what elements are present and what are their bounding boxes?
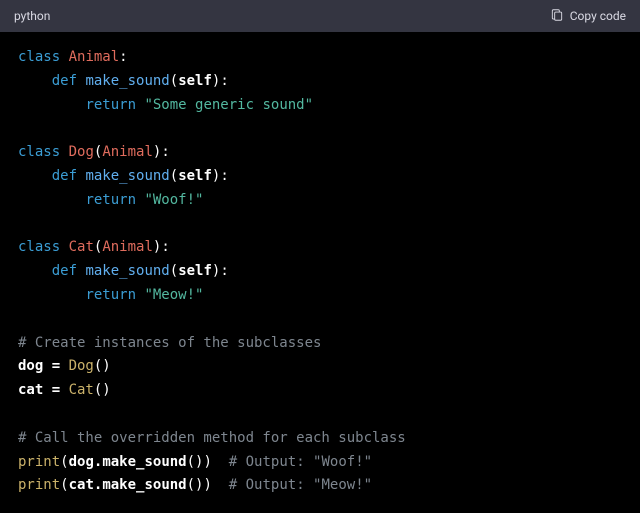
keyword: def — [52, 168, 77, 184]
variable-decl: cat = — [18, 382, 69, 398]
comment: # Call the overridden method for each su… — [18, 430, 406, 446]
paren-close: ): — [153, 144, 170, 160]
language-label: python — [14, 9, 50, 23]
paren-open: ( — [170, 73, 178, 89]
string-literal: "Some generic sound" — [144, 97, 313, 113]
identifier: dog — [69, 454, 94, 470]
string-literal: "Woof!" — [144, 192, 203, 208]
copy-code-label: Copy code — [570, 9, 626, 23]
comment: # Output: "Meow!" — [229, 477, 372, 493]
call-parens: ()) — [187, 477, 212, 493]
colon: : — [119, 49, 127, 65]
method-access: .make_sound — [94, 477, 187, 493]
code-content: class Animal: def make_sound(self): retu… — [0, 32, 640, 513]
keyword: class — [18, 239, 60, 255]
paren-open: ( — [170, 168, 178, 184]
call-parens: ()) — [187, 454, 212, 470]
function-name: make_sound — [85, 168, 169, 184]
paren-open: ( — [170, 263, 178, 279]
keyword: return — [85, 287, 136, 303]
paren-close: ): — [153, 239, 170, 255]
comment: # Create instances of the subclasses — [18, 335, 321, 351]
paren-close: ): — [212, 168, 229, 184]
call-parens: () — [94, 358, 111, 374]
keyword: return — [85, 97, 136, 113]
string-literal: "Meow!" — [144, 287, 203, 303]
function-name: make_sound — [85, 263, 169, 279]
comment: # Output: "Woof!" — [229, 454, 372, 470]
keyword: class — [18, 144, 60, 160]
code-block: python Copy code class Animal: def make_… — [0, 0, 640, 513]
self-param: self — [178, 73, 212, 89]
function-name: make_sound — [85, 73, 169, 89]
call: Cat — [69, 382, 94, 398]
class-name: Cat — [69, 239, 94, 255]
base-class: Animal — [102, 239, 153, 255]
class-name: Dog — [69, 144, 94, 160]
keyword: def — [52, 263, 77, 279]
call-parens: () — [94, 382, 111, 398]
call: Dog — [69, 358, 94, 374]
paren-close: ): — [212, 73, 229, 89]
paren-open: ( — [60, 454, 68, 470]
call: print — [18, 454, 60, 470]
clipboard-icon — [550, 8, 564, 25]
keyword: def — [52, 73, 77, 89]
paren-close: ): — [212, 263, 229, 279]
keyword: return — [85, 192, 136, 208]
base-class: Animal — [102, 144, 153, 160]
paren-open: ( — [60, 477, 68, 493]
method-access: .make_sound — [94, 454, 187, 470]
call: print — [18, 477, 60, 493]
copy-code-button[interactable]: Copy code — [550, 8, 626, 25]
keyword: class — [18, 49, 60, 65]
code-header: python Copy code — [0, 0, 640, 32]
identifier: cat — [69, 477, 94, 493]
self-param: self — [178, 168, 212, 184]
self-param: self — [178, 263, 212, 279]
variable-decl: dog = — [18, 358, 69, 374]
class-name: Animal — [69, 49, 120, 65]
